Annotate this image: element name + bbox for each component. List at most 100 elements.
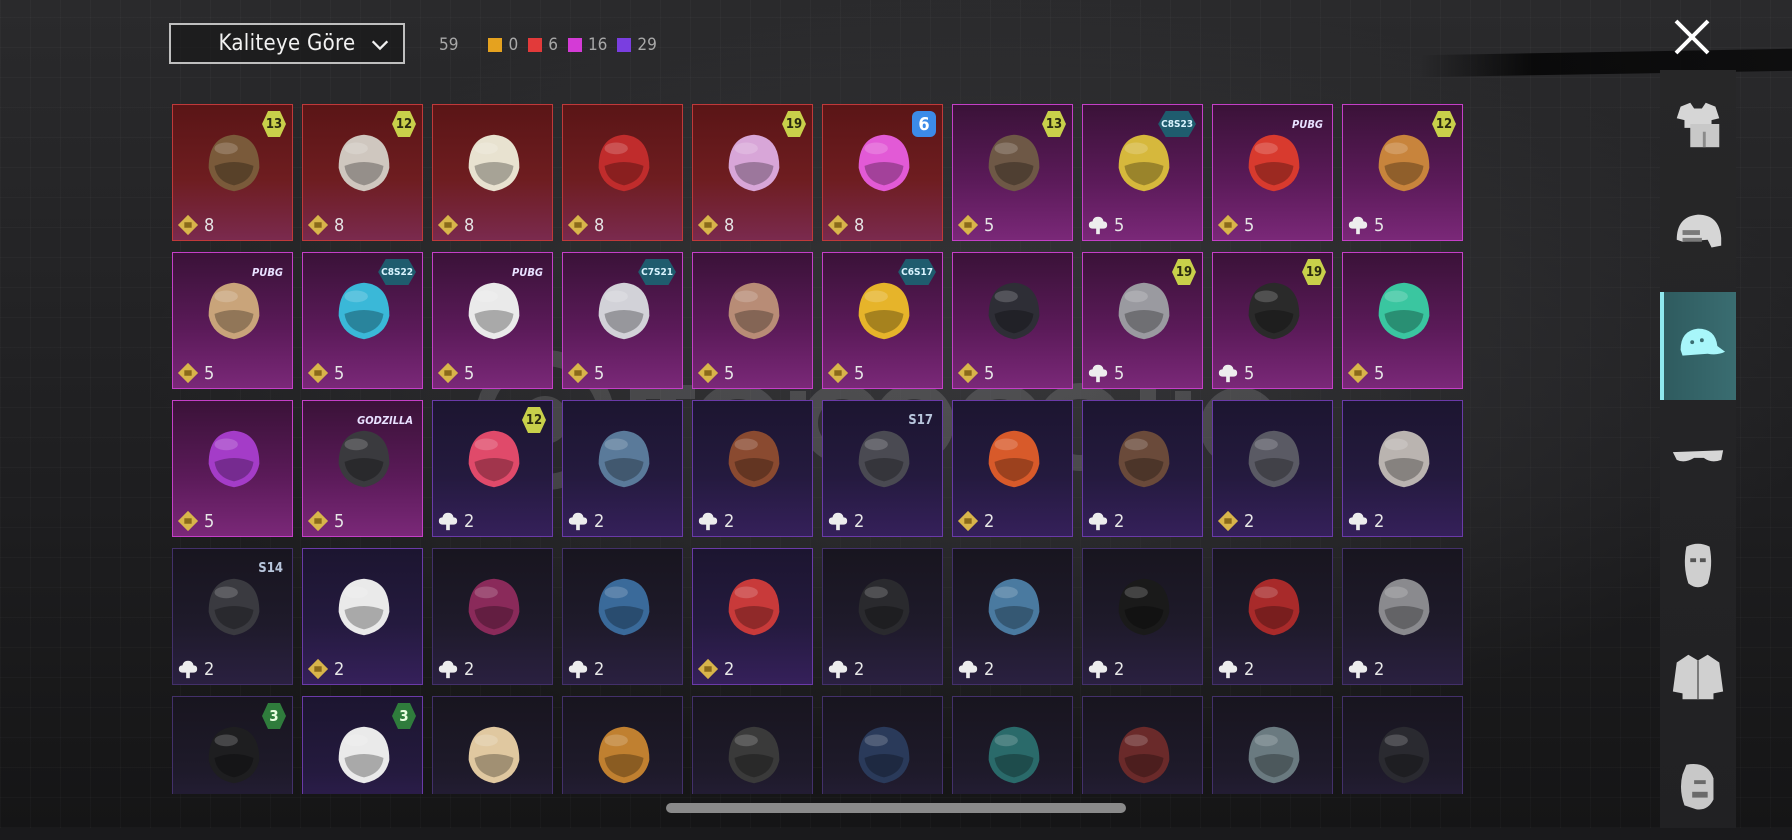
item-price: 2 bbox=[957, 658, 994, 680]
item-card[interactable]: C7S21 5 bbox=[562, 252, 683, 389]
item-card[interactable] bbox=[562, 696, 683, 794]
item-card[interactable]: 68 bbox=[822, 104, 943, 241]
sidebar-item-outfit[interactable] bbox=[1660, 70, 1736, 178]
item-count: 5 bbox=[1374, 362, 1385, 384]
item-image bbox=[1118, 282, 1170, 340]
sidebar-item-face[interactable] bbox=[1660, 732, 1736, 840]
item-card[interactable] bbox=[952, 696, 1073, 794]
item-price: 5 bbox=[827, 362, 864, 384]
gold-coin-icon bbox=[1347, 362, 1369, 384]
gold-coin-icon bbox=[437, 214, 459, 236]
item-image bbox=[858, 578, 910, 636]
item-card[interactable]: 8 bbox=[562, 104, 683, 241]
item-price: 2 bbox=[1347, 658, 1384, 680]
outfit-icon bbox=[1676, 102, 1720, 148]
item-card[interactable]: 3 bbox=[172, 696, 293, 794]
item-count: 5 bbox=[984, 362, 995, 384]
item-card[interactable]: 2 bbox=[302, 548, 423, 685]
item-price: 2 bbox=[1217, 510, 1254, 532]
sidebar-item-glasses[interactable] bbox=[1660, 402, 1736, 510]
item-card[interactable]: C8S23 5 bbox=[1082, 104, 1203, 241]
item-card[interactable]: 2 bbox=[692, 400, 813, 537]
item-card[interactable]: 3 bbox=[302, 696, 423, 794]
item-card[interactable]: 12 5 bbox=[1342, 104, 1463, 241]
item-card[interactable]: 5 bbox=[1342, 252, 1463, 389]
item-card[interactable]: 2 bbox=[1342, 548, 1463, 685]
item-card[interactable]: 2 bbox=[1082, 400, 1203, 537]
item-count: 8 bbox=[334, 214, 345, 236]
count-orange: 0 bbox=[488, 35, 518, 55]
item-price: 5 bbox=[1217, 214, 1254, 236]
item-card[interactable]: 5 bbox=[692, 252, 813, 389]
item-card[interactable]: 2 bbox=[952, 400, 1073, 537]
item-price: 5 bbox=[957, 362, 994, 384]
sidebar-item-helmet[interactable] bbox=[1660, 180, 1736, 288]
sidebar-item-hat[interactable] bbox=[1660, 292, 1736, 400]
item-image bbox=[728, 282, 780, 340]
item-card[interactable]: 2 bbox=[952, 548, 1073, 685]
sidebar-item-jacket[interactable] bbox=[1660, 622, 1736, 730]
item-card[interactable]: 2 bbox=[1342, 400, 1463, 537]
item-card[interactable]: 2 bbox=[562, 400, 683, 537]
item-count: 8 bbox=[724, 214, 735, 236]
item-image bbox=[1118, 430, 1170, 488]
item-card[interactable]: PUBG 5 bbox=[172, 252, 293, 389]
count-purple-value: 29 bbox=[637, 35, 657, 55]
item-card[interactable] bbox=[692, 696, 813, 794]
item-card[interactable]: 12 2 bbox=[432, 400, 553, 537]
cloud-coin-icon bbox=[1348, 216, 1368, 235]
item-card[interactable] bbox=[432, 696, 553, 794]
item-card[interactable]: 5 bbox=[172, 400, 293, 537]
gold-coin-icon bbox=[957, 510, 979, 532]
item-image bbox=[598, 578, 650, 636]
item-card[interactable]: 2 bbox=[562, 548, 683, 685]
item-card[interactable] bbox=[1212, 696, 1333, 794]
item-count: 2 bbox=[724, 510, 735, 532]
item-count: 5 bbox=[594, 362, 605, 384]
purple-square-icon bbox=[617, 38, 632, 52]
item-card[interactable]: 2 bbox=[432, 548, 553, 685]
item-card[interactable]: 2 bbox=[1212, 400, 1333, 537]
item-image bbox=[988, 430, 1040, 488]
item-card[interactable]: 13 8 bbox=[172, 104, 293, 241]
item-card[interactable]: 5 bbox=[952, 252, 1073, 389]
item-card[interactable]: 2 bbox=[692, 548, 813, 685]
item-card[interactable]: PUBG 5 bbox=[1212, 104, 1333, 241]
item-count: 2 bbox=[464, 510, 475, 532]
item-card[interactable] bbox=[1342, 696, 1463, 794]
item-card[interactable]: 19 5 bbox=[1212, 252, 1333, 389]
item-card[interactable]: S14 2 bbox=[172, 548, 293, 685]
item-count: 8 bbox=[464, 214, 475, 236]
item-card[interactable]: 8 bbox=[432, 104, 553, 241]
item-card[interactable]: 13 5 bbox=[952, 104, 1073, 241]
sidebar-item-mask[interactable] bbox=[1660, 512, 1736, 620]
item-price: 8 bbox=[827, 214, 864, 236]
item-card[interactable]: 2 bbox=[1212, 548, 1333, 685]
close-icon[interactable] bbox=[1672, 17, 1712, 57]
item-image bbox=[1118, 726, 1170, 784]
item-image bbox=[598, 134, 650, 192]
item-image bbox=[468, 578, 520, 636]
gold-coin-icon bbox=[1217, 214, 1239, 236]
item-price: 2 bbox=[1217, 658, 1254, 680]
item-card[interactable] bbox=[822, 696, 943, 794]
item-card[interactable]: GODZILLA 5 bbox=[302, 400, 423, 537]
item-price: 8 bbox=[567, 214, 604, 236]
item-card[interactable]: C6S17 5 bbox=[822, 252, 943, 389]
item-card[interactable]: 19 8 bbox=[692, 104, 813, 241]
item-card[interactable]: 19 5 bbox=[1082, 252, 1203, 389]
horizontal-scrollbar[interactable] bbox=[666, 803, 1126, 813]
item-count: 5 bbox=[724, 362, 735, 384]
item-card[interactable]: 2 bbox=[1082, 548, 1203, 685]
sort-dropdown[interactable]: Kaliteye Göre bbox=[169, 23, 405, 64]
item-card[interactable]: 2 bbox=[822, 548, 943, 685]
item-image bbox=[1248, 430, 1300, 488]
item-card[interactable]: PUBG 5 bbox=[432, 252, 553, 389]
item-card[interactable]: C8S22 5 bbox=[302, 252, 423, 389]
item-image bbox=[338, 134, 390, 192]
cloud-coin-icon bbox=[1088, 660, 1108, 679]
item-card[interactable]: S17 2 bbox=[822, 400, 943, 537]
item-count: 5 bbox=[1244, 214, 1255, 236]
item-card[interactable] bbox=[1082, 696, 1203, 794]
item-card[interactable]: 12 8 bbox=[302, 104, 423, 241]
